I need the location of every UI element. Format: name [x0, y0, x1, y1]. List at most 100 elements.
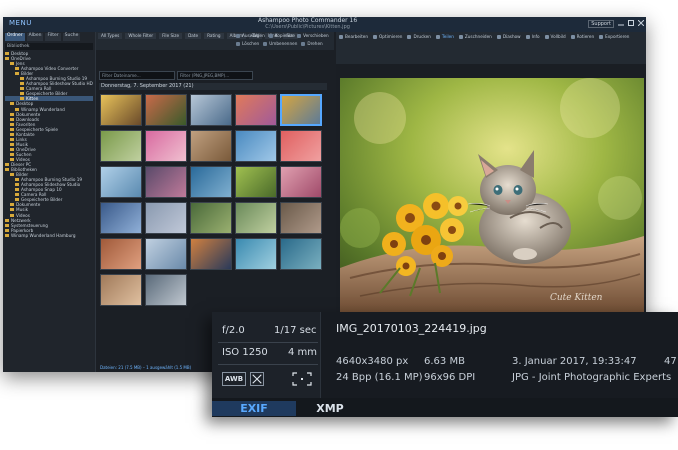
status-bar: Dateien: 21 (7.5 MB) – 1 ausgewählt (1.5… — [100, 365, 192, 370]
title-bar: MENU Ashampoo Photo Commander 16 C:\User… — [3, 17, 646, 32]
viewer-tool-button[interactable]: Drucken — [407, 34, 431, 40]
viewer-tool-button[interactable]: Teilen — [435, 34, 454, 40]
tab-folder-panel[interactable]: Suche — [62, 33, 81, 41]
tree-item[interactable]: Winamp Wunderland Hamburg — [5, 233, 93, 238]
photo-thumbnail[interactable] — [280, 166, 322, 198]
photo-thumbnail[interactable] — [145, 130, 187, 162]
viewer-tool-button[interactable]: Rotieren — [570, 34, 594, 40]
support-button[interactable]: Support — [588, 20, 614, 28]
tool-label: Umbenennen — [269, 41, 298, 46]
folder-icon — [5, 228, 9, 232]
photo-thumbnail[interactable] — [190, 202, 232, 234]
photo-thumbnail[interactable] — [280, 238, 322, 270]
iso-value: ISO 1250 — [222, 347, 268, 358]
minimize-icon[interactable] — [618, 20, 624, 26]
photo-thumbnail[interactable] — [100, 274, 142, 306]
viewer-tool-button[interactable]: Bearbeiten — [339, 34, 368, 40]
tab-folder-panel[interactable]: Ordner — [5, 33, 25, 41]
viewer-tool-button[interactable]: Info — [525, 34, 540, 40]
photo-thumbnail[interactable] — [145, 94, 187, 126]
tool-label: Drehen — [307, 41, 323, 46]
filter-chip[interactable]: Rating — [204, 33, 224, 39]
photo-thumbnail[interactable] — [100, 130, 142, 162]
photo-thumbnail[interactable] — [100, 166, 142, 198]
tool-icon — [268, 34, 273, 38]
browser-tool-button[interactable]: Drehen — [301, 41, 323, 47]
viewer-tool-button[interactable]: Zuschneiden — [458, 34, 492, 40]
maximize-icon[interactable] — [628, 20, 634, 26]
browser-toolbar: Auswählen Kopieren Verschieben Löschen Umben… — [236, 33, 332, 47]
photo-thumbnail[interactable] — [100, 94, 142, 126]
folder-icon — [10, 152, 14, 156]
filter-chip[interactable]: All Types — [98, 33, 123, 39]
photo-watermark: Cute Kitten — [550, 293, 603, 303]
photo-thumbnail[interactable] — [145, 166, 187, 198]
kitten-photo[interactable]: Cute Kitten — [340, 78, 644, 314]
folder-icon — [15, 67, 19, 71]
tool-icon — [339, 35, 343, 39]
tool-icon — [297, 34, 302, 38]
folder-icon — [10, 62, 14, 66]
tool-label: Drucken — [413, 34, 431, 39]
folder-icon — [5, 218, 9, 222]
photo-thumbnail[interactable] — [235, 202, 277, 234]
photo-thumbnail[interactable] — [280, 94, 322, 126]
photo-thumbnail[interactable] — [280, 130, 322, 162]
date-group-header[interactable]: Donnerstag, 7. September 2017 (21) — [99, 83, 327, 90]
browser-tool-button[interactable]: Kopieren — [268, 33, 293, 39]
photo-thumbnail[interactable] — [235, 94, 277, 126]
folder-address-bar[interactable]: Bibliothek — [5, 43, 93, 50]
tool-icon — [496, 35, 501, 39]
folder-icon — [20, 97, 24, 101]
browser-tool-button[interactable]: Auswählen — [236, 33, 265, 39]
folder-icon — [15, 198, 19, 202]
file-name: IMG_20170103_224419.jpg — [336, 322, 487, 335]
photo-thumbnail[interactable] — [190, 94, 232, 126]
tool-label: Diashow — [502, 34, 521, 39]
viewer-tool-button[interactable]: Vollbild — [544, 34, 566, 40]
folder-icon — [15, 178, 19, 182]
tab-folder-panel[interactable]: Filter — [45, 33, 61, 41]
filter-input[interactable]: Filter (PNG,JPEG,BMP)... — [177, 71, 253, 80]
photo-thumbnail[interactable] — [145, 238, 187, 270]
browser-tool-button[interactable]: Umbenennen — [263, 41, 297, 47]
photo-thumbnail[interactable] — [280, 202, 322, 234]
tool-icon — [435, 35, 440, 39]
photo-thumbnail[interactable] — [100, 202, 142, 234]
photo-thumbnail[interactable] — [190, 130, 232, 162]
search-input[interactable]: Filter Dateiname... — [99, 71, 175, 80]
divider — [218, 342, 318, 343]
browser-tool-button[interactable]: Löschen — [236, 41, 259, 47]
tab-folder-panel[interactable]: Alben — [26, 33, 44, 41]
exif-tabs: EXIF XMP — [212, 398, 678, 417]
tab-xmp[interactable]: XMP — [312, 401, 348, 416]
browser-tool-button[interactable]: Verschieben — [297, 33, 329, 39]
folder-icon — [10, 142, 14, 146]
close-icon[interactable] — [638, 20, 644, 26]
folder-icon — [10, 173, 14, 177]
filter-chip[interactable]: Whole Filter — [125, 33, 157, 39]
divider — [218, 364, 318, 365]
tool-icon — [407, 35, 412, 39]
menu-button[interactable]: MENU — [9, 19, 32, 27]
photo-thumbnail[interactable] — [235, 238, 277, 270]
photo-thumbnail[interactable] — [235, 166, 277, 198]
filter-chip[interactable]: Date — [185, 33, 202, 39]
filter-chip[interactable]: File Size — [159, 33, 183, 39]
photo-thumbnail[interactable] — [235, 130, 277, 162]
viewer-tool-button[interactable]: Optimieren — [373, 34, 402, 40]
folder-icon — [10, 213, 14, 217]
folder-icon — [10, 203, 14, 207]
tab-exif[interactable]: EXIF — [212, 401, 296, 416]
photo-thumbnail[interactable] — [100, 238, 142, 270]
camera-settings: f/2.0 1/17 sec ISO 1250 4 mm AWB — [212, 312, 321, 398]
viewer-tool-button[interactable]: Diashow — [496, 34, 521, 40]
photo-thumbnail[interactable] — [145, 202, 187, 234]
photo-thumbnail[interactable] — [190, 238, 232, 270]
folder-icon — [10, 112, 14, 116]
photo-thumbnail[interactable] — [190, 166, 232, 198]
tool-label: Optimieren — [379, 34, 403, 39]
photo-thumbnail[interactable] — [145, 274, 187, 306]
viewer-tool-button[interactable]: Exportieren — [599, 34, 629, 40]
flash-off-icon — [250, 372, 264, 386]
